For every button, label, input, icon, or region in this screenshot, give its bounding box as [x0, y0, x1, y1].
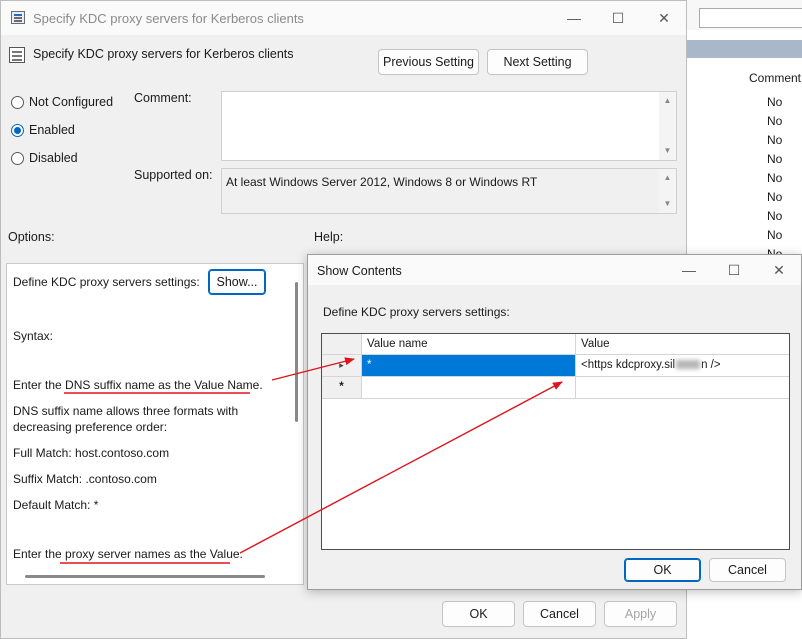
supported-on-label: Supported on:	[134, 168, 213, 182]
radio-label: Enabled	[29, 123, 75, 137]
scroll-up-icon[interactable]: ▲	[659, 94, 676, 108]
show-contents-titlebar: Show Contents — ☐ ✕	[308, 255, 801, 285]
radio-indicator[interactable]	[11, 95, 24, 109]
new-row-value-name[interactable]	[362, 377, 576, 399]
previous-setting-button[interactable]: Previous Setting	[378, 49, 479, 75]
column-header-value[interactable]: Value	[576, 334, 789, 355]
policy-titlebar: Specify KDC proxy servers for Kerberos c…	[1, 1, 686, 35]
show-contents-heading: Define KDC proxy servers settings:	[323, 305, 510, 319]
grid-corner	[322, 334, 362, 355]
setting-name: Specify KDC proxy servers for Kerberos c…	[33, 47, 294, 61]
supported-scrollbar[interactable]: ▲ ▼	[659, 169, 676, 213]
syntax-label: Syntax:	[13, 329, 54, 343]
help-label: Help:	[314, 230, 344, 244]
enter-dns-text: Enter the DNS suffix name as the Value N…	[13, 378, 263, 392]
ok-button[interactable]: OK	[624, 558, 701, 582]
options-label: Options:	[8, 230, 55, 244]
maximize-icon[interactable]: ☐	[725, 261, 743, 279]
list-item: No	[767, 209, 783, 223]
close-icon[interactable]: ✕	[655, 9, 673, 27]
value-text-start: <https kdcproxy.sil	[581, 359, 676, 371]
new-row-value[interactable]	[576, 377, 789, 399]
supported-on-value: At least Windows Server 2012, Windows 8 …	[226, 175, 538, 189]
dns-formats-text-1: DNS suffix name allows three formats wit…	[13, 404, 239, 418]
full-match-text: Full Match: host.contoso.com	[13, 446, 170, 460]
next-setting-button[interactable]: Next Setting	[487, 49, 588, 75]
value-text-end: n />	[701, 359, 721, 371]
cancel-button[interactable]: Cancel	[709, 558, 786, 582]
policy-window-icon	[11, 11, 25, 24]
comment-textarea[interactable]: ▲ ▼	[221, 91, 677, 161]
list-item: No	[767, 152, 783, 166]
comment-label: Comment:	[134, 91, 192, 105]
minimize-icon[interactable]: —	[565, 9, 583, 27]
background-toolbar	[681, 0, 802, 30]
radio-indicator[interactable]	[11, 123, 24, 137]
ok-button[interactable]: OK	[442, 601, 515, 627]
list-item: No	[767, 171, 783, 185]
supported-on-box: At least Windows Server 2012, Windows 8 …	[221, 168, 677, 214]
default-match-text: Default Match: *	[13, 498, 99, 512]
list-item: No	[767, 95, 783, 109]
radio-enabled[interactable]: Enabled	[11, 123, 75, 137]
show-contents-dialog: Show Contents — ☐ ✕ Define KDC proxy ser…	[307, 254, 802, 590]
radio-not-configured[interactable]: Not Configured	[11, 95, 113, 109]
list-item: No	[767, 190, 783, 204]
options-panel: Define KDC proxy servers settings: Show.…	[6, 263, 304, 585]
comment-scrollbar[interactable]: ▲ ▼	[659, 92, 676, 160]
radio-label: Not Configured	[29, 95, 114, 109]
radio-indicator[interactable]	[11, 151, 24, 165]
list-item: No	[767, 133, 783, 147]
radio-label: Disabled	[29, 151, 78, 165]
show-button[interactable]: Show...	[208, 269, 266, 295]
maximize-icon[interactable]: ☐	[609, 9, 627, 27]
policy-setting-icon	[9, 47, 25, 63]
values-grid[interactable]: Value name Value ▸ * <https kdcproxy.sil…	[321, 333, 790, 550]
background-column-header[interactable]: Comment	[749, 71, 801, 85]
new-row-marker[interactable]: *	[322, 377, 362, 399]
dns-formats-text-2: decreasing preference order:	[13, 420, 168, 434]
background-header-bar	[681, 40, 802, 58]
cancel-button[interactable]: Cancel	[523, 601, 596, 627]
define-settings-label: Define KDC proxy servers settings:	[13, 275, 200, 289]
close-icon[interactable]: ✕	[770, 261, 788, 279]
options-scrollbar[interactable]	[295, 282, 298, 422]
show-contents-title: Show Contents	[317, 264, 402, 278]
window-title: Specify KDC proxy servers for Kerberos c…	[33, 11, 304, 26]
table-row-value[interactable]: <https kdcproxy.sil n />	[576, 355, 789, 377]
background-search-field[interactable]	[699, 8, 802, 28]
apply-button[interactable]: Apply	[604, 601, 677, 627]
list-item: No	[767, 114, 783, 128]
scroll-down-icon[interactable]: ▼	[659, 197, 676, 211]
minimize-icon[interactable]: —	[680, 261, 698, 279]
row-marker[interactable]: ▸	[322, 355, 362, 377]
options-horizontal-scrollbar[interactable]	[25, 575, 265, 578]
suffix-match-text: Suffix Match: .contoso.com	[13, 472, 157, 486]
enter-proxy-text: Enter the proxy server names as the Valu…	[13, 547, 243, 561]
scroll-down-icon[interactable]: ▼	[659, 144, 676, 158]
radio-disabled[interactable]: Disabled	[11, 151, 78, 165]
list-item: No	[767, 228, 783, 242]
scroll-up-icon[interactable]: ▲	[659, 171, 676, 185]
redaction-blur	[676, 360, 701, 370]
table-row-value-name[interactable]: *	[362, 355, 576, 377]
column-header-value-name[interactable]: Value name	[362, 334, 576, 355]
